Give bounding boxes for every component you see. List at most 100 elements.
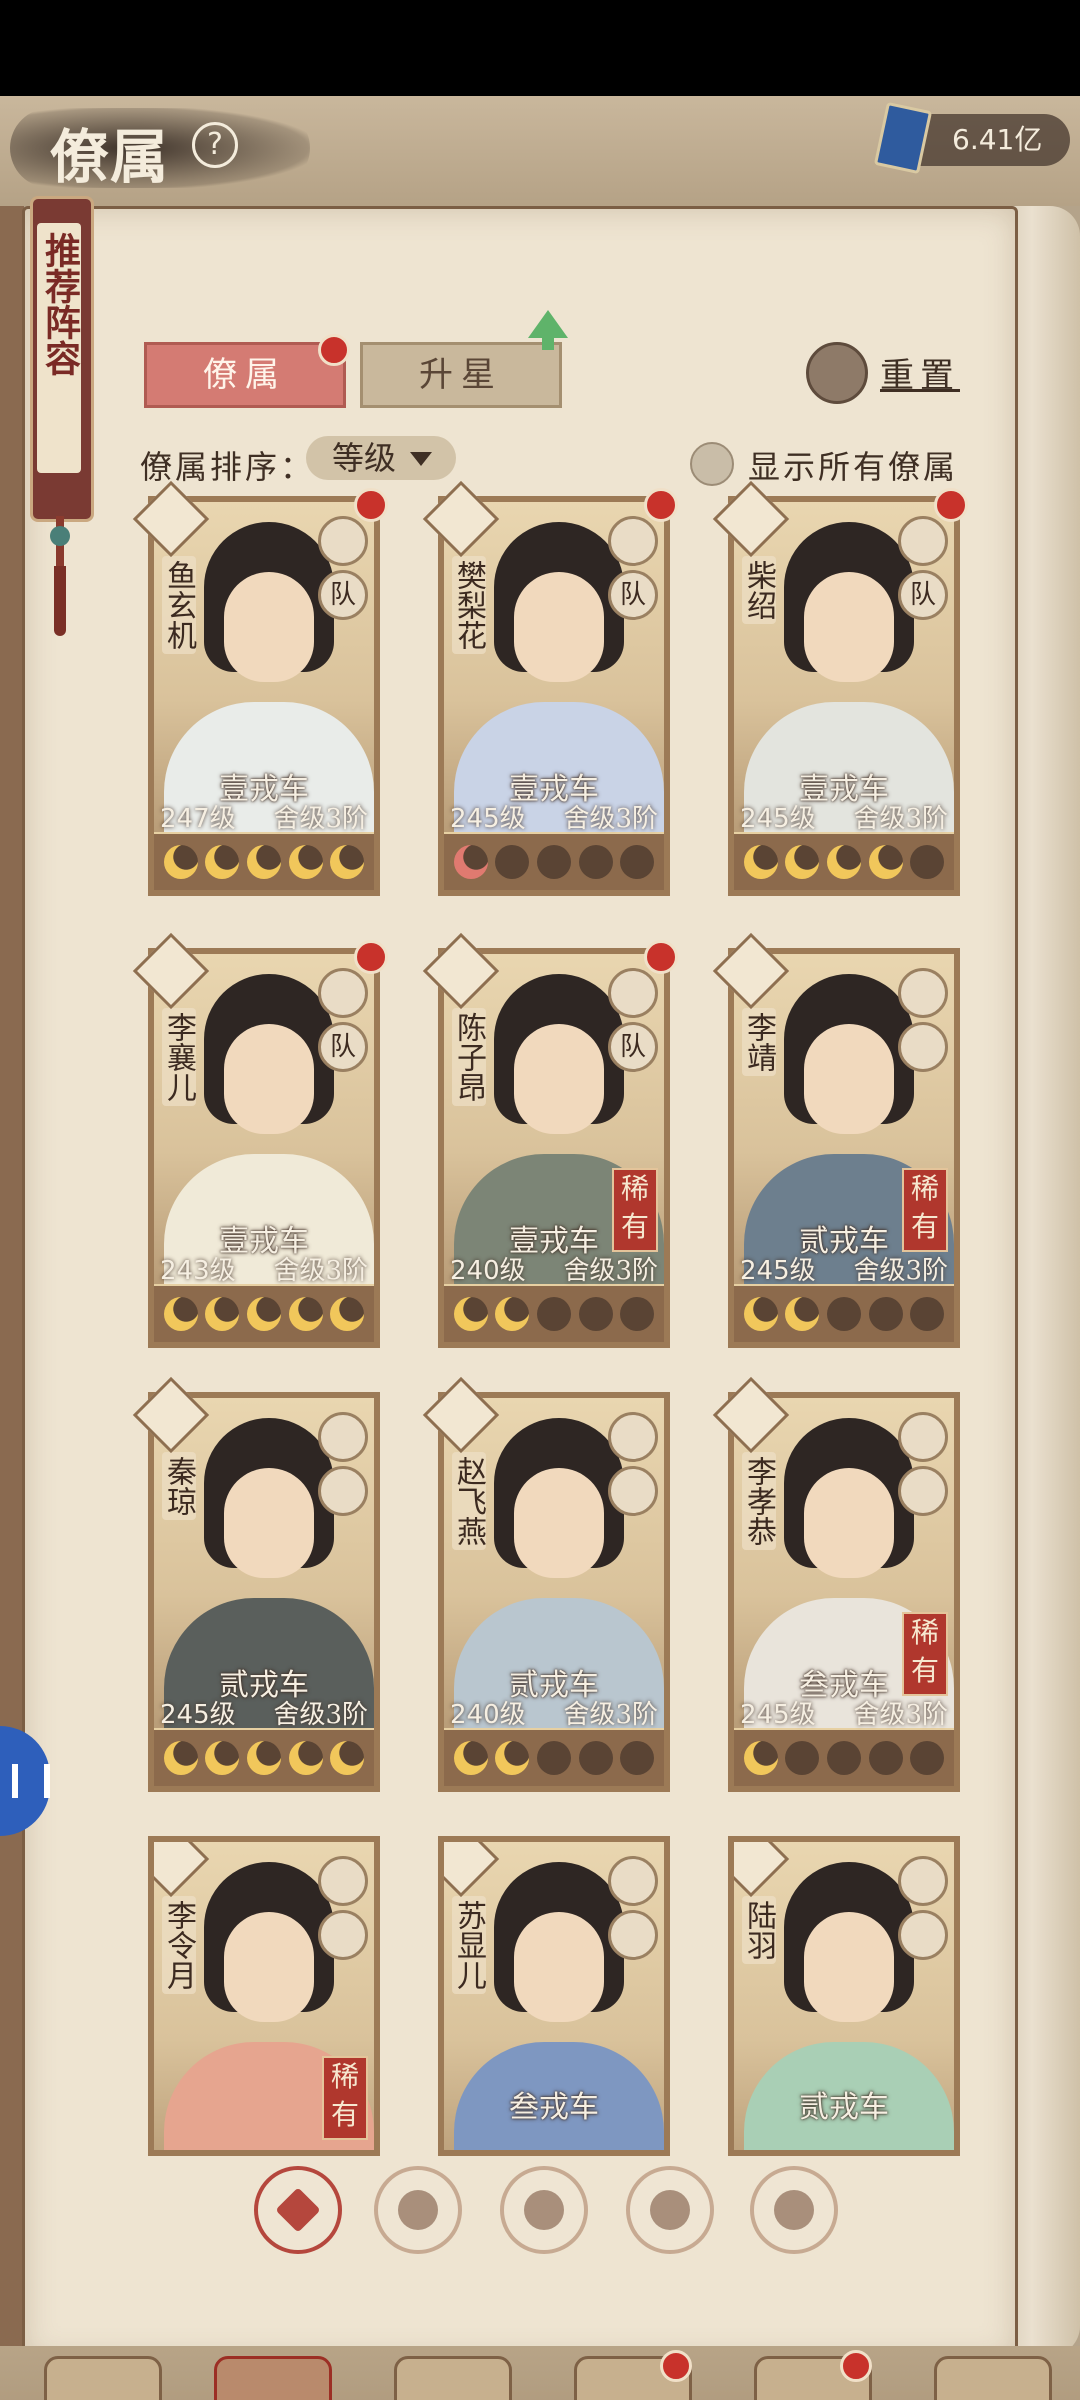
moon-rating: [734, 1730, 954, 1786]
retainer-card[interactable]: 苏显儿 叁戎车: [438, 1836, 670, 2156]
nav-art-icon: [214, 2356, 332, 2400]
moon-icon: [620, 1297, 655, 1331]
moon-icon: [785, 1297, 820, 1331]
sort-dropdown[interactable]: 等级: [306, 436, 456, 480]
level-label: 243级: [160, 1256, 236, 1286]
moon-icon: [330, 845, 365, 879]
moon-icon: [163, 1741, 198, 1775]
moon-rating: [154, 834, 374, 890]
show-all-toggle[interactable]: [690, 442, 734, 486]
level-label: 245级: [740, 804, 816, 834]
moon-icon: [743, 1297, 778, 1331]
retainer-card[interactable]: 陈子昂队稀有 壹戎车 240级 舍级3阶: [422, 932, 678, 1348]
squad-badge: 队: [898, 570, 948, 620]
partner-avatar-icon: [608, 1910, 658, 1960]
stage-label: 舍级3阶: [563, 1700, 658, 1730]
moon-icon: [246, 1741, 281, 1775]
tassel-end: [54, 566, 66, 636]
helmet-filter-icon[interactable]: [374, 2166, 462, 2254]
recommend-lineup-label: 推荐阵容: [39, 232, 81, 376]
retainer-name: 赵飞燕: [451, 1452, 486, 1550]
moon-icon: [495, 1297, 530, 1331]
skill-icon: [898, 516, 948, 566]
portrait-face: [804, 1024, 894, 1134]
game-scene: 僚属 ? 6.41亿 推荐阵容 僚属 升星 重置 僚属排序： 等级 显示所有僚属…: [0, 96, 1080, 2400]
nav-item-6[interactable]: 九州: [920, 2356, 1060, 2400]
partner-avatar-icon: [318, 1910, 368, 1960]
nav-art-icon: [934, 2356, 1052, 2400]
fan-glyph-icon: [650, 2190, 690, 2230]
nav-item-2[interactable]: 僚属: [200, 2356, 340, 2400]
lion-glyph-icon: [774, 2190, 814, 2230]
moon-icon: [288, 1741, 323, 1775]
moon-icon: [536, 1297, 571, 1331]
retainer-card[interactable]: 李孝恭 稀有 叁戎车 245级 舍级3阶: [712, 1376, 960, 1792]
moon-icon: [495, 1741, 530, 1775]
retainer-name: 鱼玄机: [161, 556, 196, 654]
retainer-name: 陈子昂: [451, 1008, 486, 1106]
retainer-card[interactable]: 樊梨花队壹戎车 245级 舍级3阶: [422, 480, 678, 896]
moon-icon: [620, 1741, 655, 1775]
retainer-card[interactable]: 鱼玄机队壹戎车 247级 舍级3阶: [132, 480, 388, 896]
moon-icon: [620, 845, 655, 879]
nav-art-icon: [394, 2356, 512, 2400]
moon-icon: [246, 1297, 281, 1331]
skill-icon: [318, 516, 368, 566]
partner-avatar-icon: [608, 1466, 658, 1516]
retainer-card[interactable]: 陆羽 贰戎车: [728, 1836, 960, 2156]
moon-icon: [868, 1741, 903, 1775]
horse-glyph-icon: [524, 2190, 564, 2230]
rarity-badge: 稀有: [322, 2056, 368, 2140]
fan-filter-icon[interactable]: [626, 2166, 714, 2254]
nav-item-5[interactable]: 城郊: [740, 2350, 880, 2400]
skill-icon: [898, 968, 948, 1018]
reset-button[interactable]: 重置: [880, 348, 960, 397]
squad-badge: 队: [318, 1022, 368, 1072]
retainer-card[interactable]: 李襄儿队壹戎车 243级 舍级3阶: [132, 932, 388, 1348]
stage-label: 舍级3阶: [853, 1256, 948, 1286]
reset-icon[interactable]: [806, 342, 868, 404]
level-label: 245级: [450, 804, 526, 834]
nav-item-4[interactable]: 州: [560, 2350, 700, 2400]
notification-dot: [354, 488, 388, 522]
skill-icon: [608, 516, 658, 566]
help-icon[interactable]: ?: [192, 122, 238, 168]
skill-icon: [898, 1412, 948, 1462]
lion-filter-icon[interactable]: [750, 2166, 838, 2254]
nav-item-3[interactable]: 政务: [380, 2356, 520, 2400]
show-all-label: 显示所有僚属: [748, 448, 959, 486]
moon-icon: [910, 1741, 945, 1775]
caret-down-icon: [410, 452, 432, 466]
retainer-name: 陆羽: [741, 1896, 776, 1964]
moon-rating: [444, 1286, 664, 1342]
all-filter-icon[interactable]: [254, 2166, 342, 2254]
stage-label: 舍级3阶: [563, 1256, 658, 1286]
retainer-card[interactable]: 李令月 稀有: [148, 1836, 380, 2156]
moon-rating: [154, 1286, 374, 1342]
retainer-card[interactable]: 李靖 稀有 贰戎车 245级 舍级3阶: [712, 932, 960, 1348]
tab-retainers[interactable]: 僚属: [144, 342, 346, 408]
retainer-card[interactable]: 秦琼 贰戎车 245级 舍级3阶: [132, 1376, 380, 1792]
portrait-face: [224, 1468, 314, 1578]
all-glyph-icon: [275, 2187, 321, 2233]
tab-notification-dot: [318, 334, 350, 366]
notification-dot: [644, 488, 678, 522]
moon-icon: [743, 1741, 778, 1775]
portrait-face: [514, 1024, 604, 1134]
level-label: 240级: [450, 1700, 526, 1730]
retainer-name: 李孝恭: [741, 1452, 776, 1550]
retainer-card[interactable]: 柴绍队壹戎车 245级 舍级3阶: [712, 480, 968, 896]
moon-icon: [453, 1297, 488, 1331]
nav-item-1[interactable]: 县邑: [30, 2356, 170, 2400]
horse-filter-icon[interactable]: [500, 2166, 588, 2254]
skill-icon: [608, 1856, 658, 1906]
notification-dot: [644, 940, 678, 974]
sort-label: 僚属排序：: [140, 448, 316, 486]
retainer-card[interactable]: 赵飞燕 贰戎车 240级 舍级3阶: [422, 1376, 670, 1792]
tab-star-up[interactable]: 升星: [360, 342, 562, 408]
moon-icon: [743, 845, 778, 879]
portrait-face: [224, 1024, 314, 1134]
portrait-face: [224, 1912, 314, 2022]
level-label: 245级: [740, 1700, 816, 1730]
moon-icon: [163, 845, 198, 879]
